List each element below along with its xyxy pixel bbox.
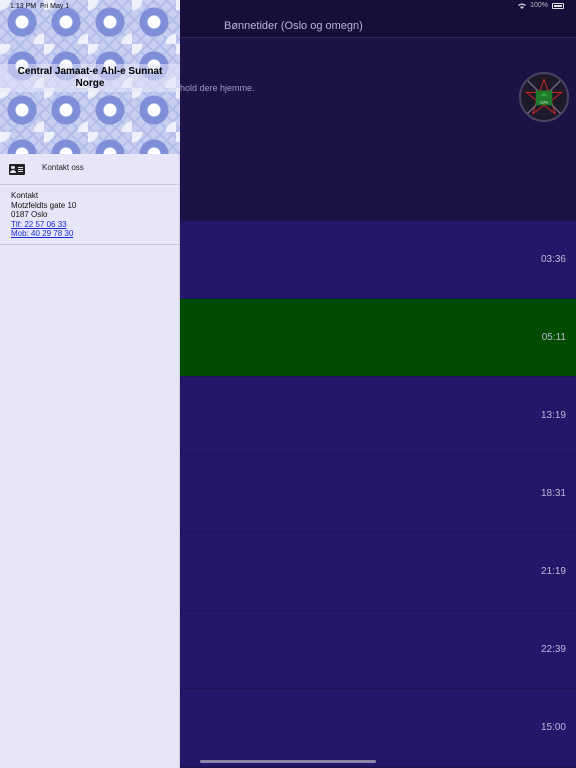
mobile-link[interactable]: Mob: 40 29 78 30 <box>11 229 180 239</box>
status-bar: 1:13 PM Fri May 1 100% <box>0 0 576 14</box>
prayer-time: 18:31 <box>540 488 566 499</box>
organization-name: Central Jamaat-e Ahl-e Sunnat Norge <box>0 64 180 92</box>
prayer-time: 21:19 <box>540 566 566 577</box>
battery-percent: 100% <box>530 2 548 9</box>
contact-street: Motzfeldts gate 10 <box>11 200 77 210</box>
wifi-icon <box>518 3 527 9</box>
organization-logo: CJAS <box>519 72 569 122</box>
side-drawer: Central Jamaat-e Ahl-e Sunnat Norge Kont… <box>0 0 180 768</box>
prayer-time: 22:39 <box>540 644 566 655</box>
menu-item-label: Kontakt oss <box>42 163 84 172</box>
battery-icon <box>552 2 564 9</box>
logo-text: CJAS <box>540 100 549 104</box>
contact-card-icon <box>9 164 25 175</box>
prayer-time: 05:11 <box>541 332 566 343</box>
contact-heading: Kontakt <box>11 191 39 200</box>
phone-link[interactable]: Tlf: 22 57 06 33 <box>11 220 180 230</box>
contact-info: Kontakt Motzfeldts gate 10 0187 Oslo Tlf… <box>0 186 180 245</box>
status-indicators: 100% <box>518 2 564 9</box>
prayer-time: 03:36 <box>540 254 566 265</box>
drawer-header: Central Jamaat-e Ahl-e Sunnat Norge <box>0 0 180 154</box>
header-message: hold dere hjemme. <box>180 83 255 93</box>
menu-item-contact[interactable]: Kontakt oss <box>0 154 180 185</box>
prayer-time: 15:00 <box>540 722 566 733</box>
prayer-time: 13:19 <box>540 410 566 421</box>
status-time: 1:13 PM <box>10 3 37 10</box>
status-date: Fri May 1 <box>40 3 70 10</box>
page-title: Bønnetider (Oslo og omegn) <box>224 20 363 32</box>
home-indicator[interactable] <box>200 760 376 763</box>
contact-city: 0187 Oslo <box>11 210 48 220</box>
